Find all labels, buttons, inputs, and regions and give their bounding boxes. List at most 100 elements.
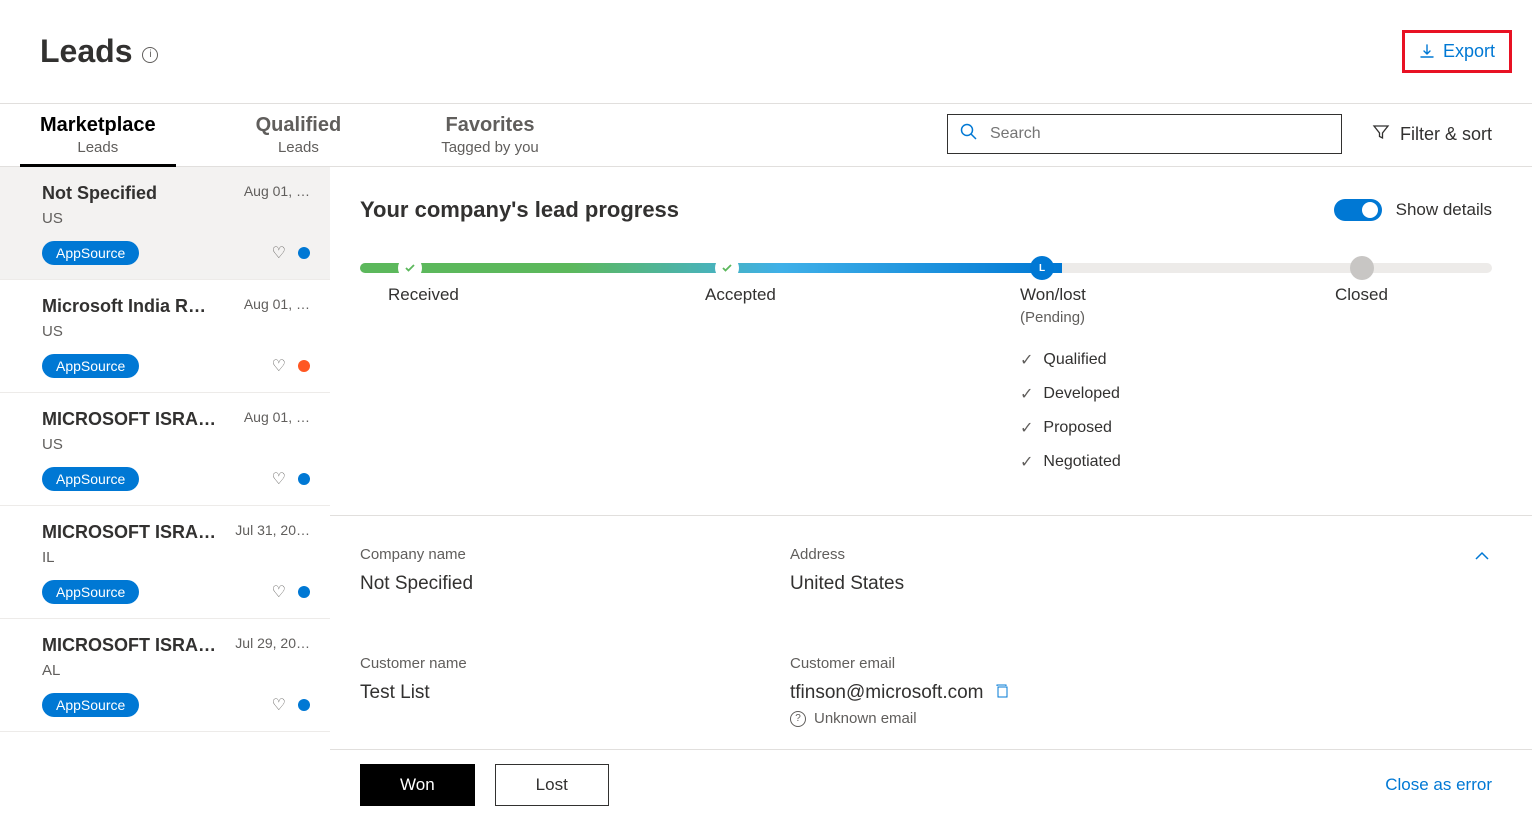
tab-qualified[interactable]: Qualified Leads: [256, 114, 342, 166]
status-dot: [298, 247, 310, 259]
question-icon: ?: [790, 711, 806, 727]
stage-wonlost: Won/lost: [1020, 285, 1121, 305]
progress-header: Your company's lead progress Show detail…: [360, 197, 1492, 223]
lead-source-badge: AppSource: [42, 241, 139, 265]
lead-item[interactable]: Not Specified Aug 01, … US AppSource ♡: [0, 167, 330, 280]
unknown-email-text: Unknown email: [814, 710, 917, 727]
tab-marketplace[interactable]: Marketplace Leads: [40, 114, 156, 166]
stage-accepted: Accepted: [705, 285, 776, 305]
substage-item: ✓ Developed: [1020, 384, 1121, 404]
status-dot: [298, 473, 310, 485]
stage-received: Received: [388, 285, 459, 305]
download-icon: [1419, 44, 1435, 60]
lead-source-badge: AppSource: [42, 580, 139, 604]
customer-name-block: Customer name Test List: [360, 655, 770, 727]
tab-sub: Tagged by you: [441, 139, 539, 156]
lead-region: US: [42, 210, 310, 227]
chevron-up-icon[interactable]: [1472, 546, 1492, 571]
lead-source-badge: AppSource: [42, 354, 139, 378]
progress-fill: [360, 263, 1062, 273]
filter-sort-button[interactable]: Filter & sort: [1372, 123, 1492, 146]
close-as-error-link[interactable]: Close as error: [1385, 775, 1492, 795]
check-icon: ✓: [1020, 452, 1033, 472]
lead-date: Aug 01, …: [244, 183, 310, 199]
body: Not Specified Aug 01, … US AppSource ♡ M…: [0, 167, 1532, 807]
lead-source-badge: AppSource: [42, 467, 139, 491]
company-name-value: Not Specified: [360, 573, 770, 595]
customer-email-label: Customer email: [790, 655, 1492, 672]
substage-label: Negotiated: [1043, 453, 1120, 471]
status-dot: [298, 699, 310, 711]
status-dot: [298, 360, 310, 372]
tabs-row: Marketplace Leads Qualified Leads Favori…: [0, 104, 1532, 167]
info-icon[interactable]: i: [142, 47, 158, 63]
substage-item: ✓Proposed: [1020, 418, 1121, 438]
export-button[interactable]: Export: [1402, 30, 1512, 73]
progress-node-closed: [1350, 256, 1374, 280]
progress-labels: Received Accepted Won/lost (Pending) ✓Qu…: [360, 285, 1492, 485]
heart-icon[interactable]: ♡: [272, 243, 286, 263]
progress-section: Your company's lead progress Show detail…: [330, 167, 1532, 516]
check-icon: ✓: [1020, 350, 1033, 370]
substage-item: ✓ Negotiated: [1020, 452, 1121, 472]
check-icon: ✓: [1020, 418, 1033, 438]
customer-name-label: Customer name: [360, 655, 770, 672]
progress-bar: L: [360, 263, 1492, 273]
substage-label: Developed: [1043, 385, 1120, 403]
show-details-toggle-group: Show details: [1334, 199, 1492, 221]
heart-icon[interactable]: ♡: [272, 356, 286, 376]
search-filter-group: Filter & sort: [947, 114, 1492, 154]
customer-email-block: Customer email tfinson@microsoft.com ? U…: [790, 655, 1492, 727]
page-title-group: Leads i: [40, 33, 158, 70]
lost-button[interactable]: Lost: [495, 764, 609, 806]
address-label: Address: [790, 546, 1492, 563]
action-buttons: Won Lost: [360, 764, 609, 806]
tab-sub: Leads: [278, 139, 319, 156]
heart-icon[interactable]: ♡: [272, 469, 286, 489]
lead-item[interactable]: MICROSOFT ISRAE… Aug 01, … US AppSource …: [0, 393, 330, 506]
lead-item[interactable]: MICROSOFT ISRAE… Jul 29, 20… AL AppSourc…: [0, 619, 330, 732]
page-header: Leads i Export: [0, 0, 1532, 103]
customer-email-value: tfinson@microsoft.com: [790, 682, 984, 704]
lead-name: Microsoft India R&…: [42, 296, 217, 317]
won-button[interactable]: Won: [360, 764, 475, 806]
heart-icon[interactable]: ♡: [272, 582, 286, 602]
address-block: Address United States: [790, 546, 1492, 595]
lead-item[interactable]: MICROSOFT ISRAE… Jul 31, 20… IL AppSourc…: [0, 506, 330, 619]
unknown-email-row: ? Unknown email: [790, 710, 1492, 727]
lead-region: AL: [42, 662, 310, 679]
stage-wonlost-sub: (Pending): [1020, 309, 1121, 326]
tab-title: Qualified: [256, 114, 342, 137]
tab-favorites[interactable]: Favorites Tagged by you: [441, 114, 539, 166]
lead-source-badge: AppSource: [42, 693, 139, 717]
tab-title: Favorites: [446, 114, 535, 137]
action-bar: Won Lost Close as error: [330, 749, 1532, 820]
info-section: Company name Not Specified Address Unite…: [330, 516, 1532, 757]
lead-name: Not Specified: [42, 183, 157, 204]
show-details-toggle[interactable]: [1334, 199, 1382, 221]
check-icon: ✓: [1020, 384, 1033, 404]
lead-date: Aug 01, …: [244, 409, 310, 425]
heart-icon[interactable]: ♡: [272, 695, 286, 715]
lead-region: US: [42, 436, 310, 453]
export-label: Export: [1443, 41, 1495, 62]
progress-node-accepted: [715, 256, 739, 280]
customer-name-value: Test List: [360, 682, 770, 704]
lead-date: Aug 01, …: [244, 296, 310, 312]
search-input[interactable]: [990, 125, 1329, 143]
lead-name: MICROSOFT ISRAE…: [42, 635, 217, 656]
lead-item[interactable]: Microsoft India R&… Aug 01, … US AppSour…: [0, 280, 330, 393]
progress-node-received: [398, 256, 422, 280]
leads-sidebar[interactable]: Not Specified Aug 01, … US AppSource ♡ M…: [0, 167, 330, 807]
tab-title: Marketplace: [40, 114, 156, 137]
substage-item: ✓Qualified: [1020, 350, 1121, 370]
page-title: Leads: [40, 33, 132, 70]
toggle-label: Show details: [1396, 200, 1492, 220]
lead-date: Jul 31, 20…: [235, 522, 310, 538]
search-box[interactable]: [947, 114, 1342, 154]
tab-sub: Leads: [77, 139, 118, 156]
copy-icon[interactable]: [994, 683, 1010, 704]
address-value: United States: [790, 573, 1492, 595]
lead-detail: Your company's lead progress Show detail…: [330, 167, 1532, 807]
progress-title: Your company's lead progress: [360, 197, 679, 223]
